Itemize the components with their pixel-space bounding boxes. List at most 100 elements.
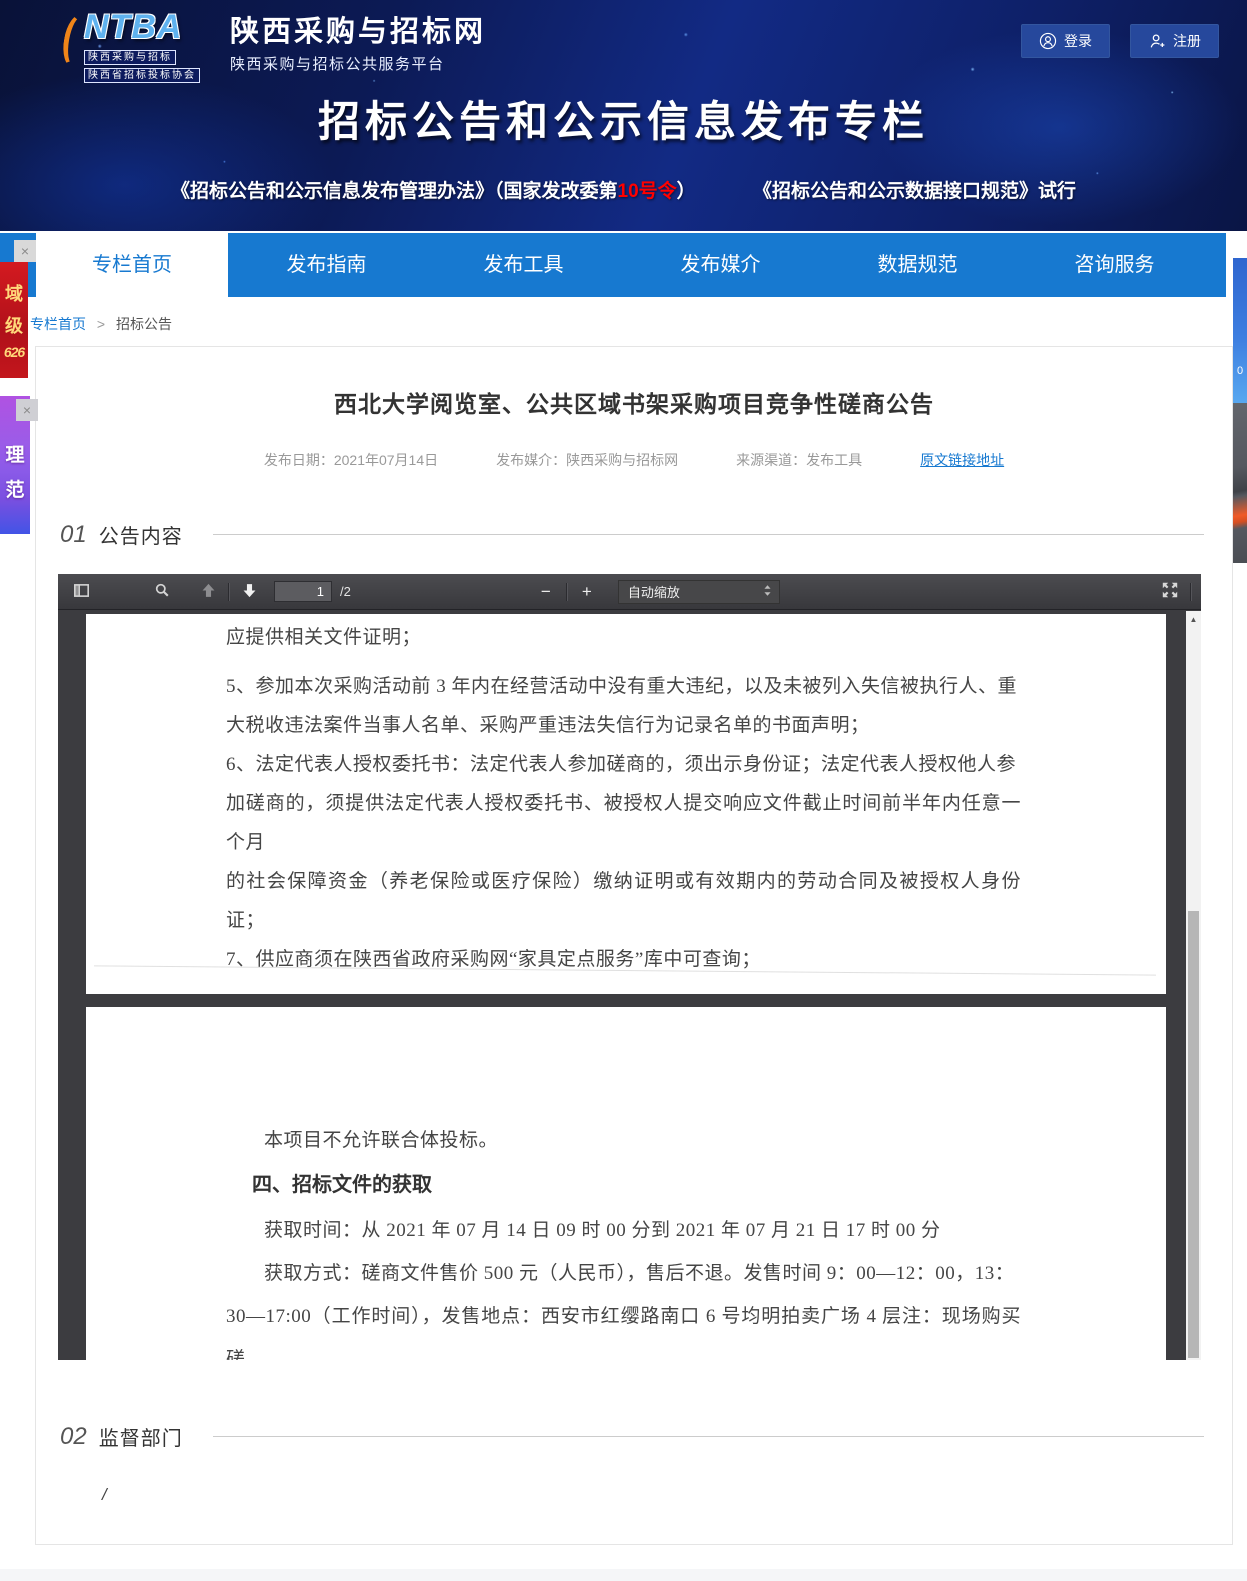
pdf-text-line: 应提供相关文件证明； <box>226 618 1021 657</box>
breadcrumb-home-link[interactable]: 专栏首页 <box>30 316 86 332</box>
publish-media: 发布媒介：陕西采购与招标网 <box>496 450 678 470</box>
zoom-mode-select[interactable]: 自动缩放 <box>618 580 780 604</box>
ad-text: 级 <box>5 312 23 338</box>
zoom-in-button[interactable]: + <box>574 579 600 605</box>
notice-red-text: 10号令 <box>618 181 677 202</box>
pdf-text-line: 30—17:00（工作时间），发售地点：西安市红缨路南口 6 号均明拍卖广场 4… <box>226 1295 1021 1360</box>
supervision-value: / <box>102 1485 1232 1505</box>
toolbar-separator <box>566 583 567 601</box>
left-ad-banner-red[interactable]: 域 级 626 <box>0 262 28 378</box>
breadcrumb: 专栏首页 > 招标公告 <box>30 314 172 334</box>
sidebar-toggle-button[interactable] <box>68 579 94 605</box>
fullscreen-button[interactable] <box>1157 579 1183 605</box>
source-channel: 来源渠道：发布工具 <box>736 450 862 470</box>
login-button[interactable]: 登录 <box>1021 24 1110 58</box>
pdf-text-line: 5、参加本次采购活动前 3 年内在经营活动中没有重大违纪，以及未被列入失信被执行… <box>226 667 1021 706</box>
pdf-text-line: 加磋商的，须提供法定代表人授权委托书、被授权人提交响应文件截止时间前半年内任意一… <box>226 784 1021 862</box>
section-supervision: 02 监督部门 <box>60 1422 1204 1451</box>
pdf-section-heading: 四、招标文件的获取 <box>226 1164 1021 1207</box>
scrollbar-thumb[interactable] <box>1188 911 1199 1358</box>
tab-publish-media[interactable]: 发布媒介 <box>622 233 819 297</box>
content-card: 西北大学阅览室、公共区域书架采购项目竞争性磋商公告 发布日期：2021年07月1… <box>35 346 1233 1545</box>
zoom-mode-value: 自动缩放 <box>628 582 680 601</box>
section-number: 01 <box>60 521 87 549</box>
login-label: 登录 <box>1064 31 1092 51</box>
ad-text: 范 <box>5 475 24 502</box>
pdf-page-2: 本项目不允许联合体投标。 四、招标文件的获取 获取时间：从 2021 年 07 … <box>86 1007 1166 1360</box>
logo-line-1: 陕西采购与招标 <box>84 50 176 65</box>
pdf-text-line: 大税收违法案件当事人名单、采购严重违法失信行为记录名单的书面声明； <box>226 706 1021 745</box>
main-navbar: 专栏首页 发布指南 发布工具 发布媒介 数据规范 咨询服务 <box>0 233 1226 297</box>
sidebar-toggle-icon <box>73 582 90 602</box>
minus-icon: − <box>541 583 551 600</box>
logo-graphic: NTBA 陕西采购与招标 陕西省招标投标协会 <box>58 8 216 74</box>
page-total: /2 <box>340 584 351 599</box>
logo-line-2: 陕西省招标投标协会 <box>84 68 200 83</box>
original-link[interactable]: 原文链接地址 <box>920 450 1004 470</box>
pdf-text-line: 的社会保障资金（养老保险或医疗保险）缴纳证明或有效期内的劳动合同及被授权人身份证… <box>226 862 1021 940</box>
pdf-page-1: 应提供相关文件证明； 5、参加本次采购活动前 3 年内在经营活动中没有重大违纪，… <box>86 614 1166 994</box>
ad-close-icon[interactable]: × <box>16 399 38 421</box>
pdf-document-area: 应提供相关文件证明； 5、参加本次采购活动前 3 年内在经营活动中没有重大违纪，… <box>58 611 1186 1360</box>
arrow-up-icon <box>200 582 217 602</box>
footer-strip <box>0 1569 1247 1581</box>
register-button[interactable]: 注册 <box>1130 24 1219 58</box>
pdf-toolbar: /2 − + 自动缩放 <box>58 574 1201 610</box>
section-divider <box>213 1436 1204 1437</box>
previous-page-button[interactable] <box>195 579 221 605</box>
site-subtitle: 陕西采购与招标公共服务平台 <box>230 53 486 74</box>
right-ad-banner-dark[interactable] <box>1233 403 1247 563</box>
scrollbar-up-arrow[interactable]: ▲ <box>1186 611 1201 627</box>
pdf-text-line: 获取时间：从 2021 年 07 月 14 日 09 时 00 分到 2021 … <box>226 1209 1021 1252</box>
toolbar-separator <box>1190 583 1191 601</box>
tab-publish-tools[interactable]: 发布工具 <box>425 233 622 297</box>
notice-part3: 《招标公告和公示数据接口规范》试行 <box>753 181 1076 202</box>
section-title: 公告内容 <box>99 520 183 549</box>
plus-icon: + <box>582 583 592 600</box>
ad-text: 0 <box>1237 365 1243 377</box>
search-icon <box>154 582 170 601</box>
tab-data-standards[interactable]: 数据规范 <box>819 233 1016 297</box>
toolbar-separator <box>228 583 229 601</box>
section-announcement-content: 01 公告内容 <box>60 520 1204 549</box>
ad-text: 626 <box>4 344 24 360</box>
section-title: 监督部门 <box>99 1422 183 1451</box>
breadcrumb-current: 招标公告 <box>116 316 172 332</box>
arrow-down-icon <box>241 582 258 602</box>
fullscreen-icon <box>1161 581 1179 602</box>
section-divider <box>213 534 1204 535</box>
next-page-button[interactable] <box>236 579 262 605</box>
regulation-notice: 《招标公告和公示信息发布管理办法》（国家发改委第10号令） 《招标公告和公示数据… <box>0 176 1247 203</box>
article-title: 西北大学阅览室、公共区域书架采购项目竞争性磋商公告 <box>36 385 1232 419</box>
pdf-viewer: /2 − + 自动缩放 应提供 <box>58 574 1201 1360</box>
section-number: 02 <box>60 1423 87 1451</box>
logo-acronym: NTBA <box>84 8 216 47</box>
ad-close-icon[interactable]: × <box>14 240 36 262</box>
user-plus-icon <box>1148 32 1166 50</box>
tab-consulting-service[interactable]: 咨询服务 <box>1016 233 1213 297</box>
tab-publish-guide[interactable]: 发布指南 <box>228 233 425 297</box>
search-button[interactable] <box>149 579 175 605</box>
banner-title: 招标公告和公示信息发布专栏 <box>0 88 1247 149</box>
notice-part1: 《招标公告和公示信息发布管理办法》（国家发改委第 <box>171 181 618 202</box>
page-number-input[interactable] <box>274 581 332 602</box>
pdf-text-line: 获取方式：磋商文件售价 500 元（人民币），售后不退。发售时间 9：00—12… <box>226 1252 1021 1295</box>
user-circle-icon <box>1039 32 1057 50</box>
pdf-text-line: 本项目不允许联合体投标。 <box>226 1119 1021 1162</box>
zoom-out-button[interactable]: − <box>533 579 559 605</box>
ad-text: 理 <box>5 440 24 467</box>
spinner-arrows-icon <box>763 584 772 600</box>
notice-part2: ） <box>677 181 696 202</box>
breadcrumb-separator: > <box>97 316 105 332</box>
site-name: 陕西采购与招标网 <box>230 8 486 50</box>
register-label: 注册 <box>1173 31 1201 51</box>
tab-column-home[interactable]: 专栏首页 <box>36 233 228 297</box>
right-ad-banner-blue[interactable]: 0 <box>1233 258 1247 403</box>
page: NTBA 陕西采购与招标 陕西省招标投标协会 陕西采购与招标网 陕西采购与招标公… <box>0 0 1247 1581</box>
site-logo: NTBA 陕西采购与招标 陕西省招标投标协会 陕西采购与招标网 陕西采购与招标公… <box>58 8 486 74</box>
publish-date: 发布日期：2021年07月14日 <box>264 450 438 470</box>
pdf-scrollbar: ▲ <box>1186 611 1201 1360</box>
ad-text: 域 <box>5 280 23 306</box>
pdf-text-line: 6、法定代表人授权委托书：法定代表人参加磋商的，须出示身份证；法定代表人授权他人… <box>226 745 1021 784</box>
hero-banner: NTBA 陕西采购与招标 陕西省招标投标协会 陕西采购与招标网 陕西采购与招标公… <box>0 0 1247 231</box>
